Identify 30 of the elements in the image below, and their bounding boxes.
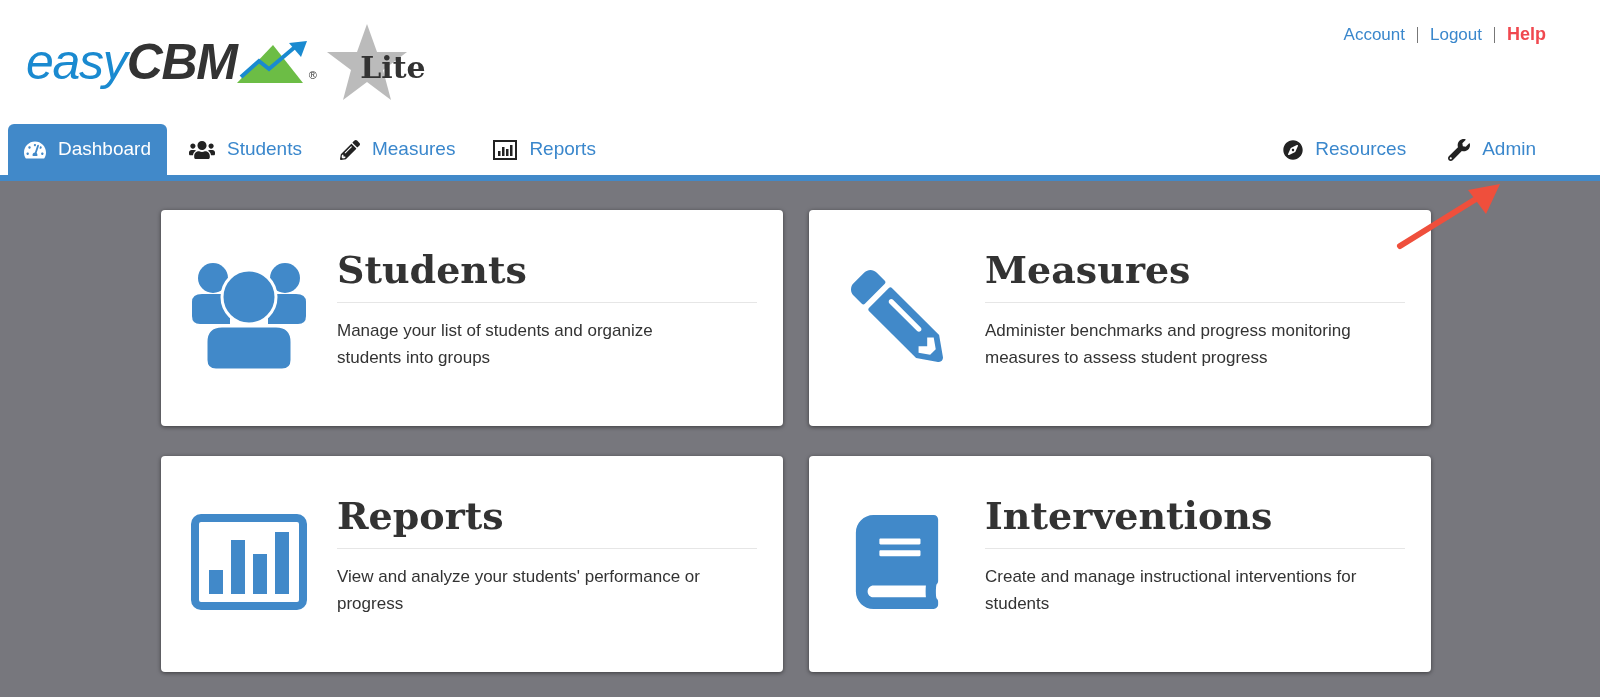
nav-tab[interactable]: Resources (1267, 124, 1423, 175)
pencil-icon (339, 139, 360, 160)
card-description: Administer benchmarks and progress monitoring measures to assess student progress (985, 319, 1352, 369)
compass-icon (1283, 139, 1304, 160)
header-link[interactable]: Logout (1430, 21, 1482, 48)
nav-tab[interactable]: Measures (323, 124, 472, 175)
wrench-icon (1448, 138, 1471, 161)
card-title: Measures (985, 246, 1405, 303)
dashboard-card[interactable]: Interventions Create and manage instructional interventions for students (809, 456, 1431, 672)
nav-tab[interactable]: Reports (477, 124, 612, 175)
dashboard-card[interactable]: Reports View and analyze your students' performance or progress (161, 456, 783, 672)
dashboard-card[interactable]: Measures Administer benchmarks and progress monitoring measures to assess student progress (809, 210, 1431, 426)
users-icon (190, 262, 308, 370)
help-link[interactable]: Help (1507, 21, 1546, 48)
pencil-icon (851, 270, 943, 362)
card-title: Reports (337, 492, 757, 549)
dashboard-card[interactable]: Students Manage your list of students and organize students into groups (161, 210, 783, 426)
card-title: Students (337, 246, 757, 303)
bar-chart-icon (493, 139, 518, 160)
card-description: View and analyze your students' performance or progress (337, 565, 701, 615)
edition-label: Lite (360, 48, 426, 87)
nav-tab[interactable]: Admin (1432, 124, 1552, 175)
header-link[interactable]: Account (1343, 21, 1405, 48)
card-description: Create and manage instructional interventions for students (985, 565, 1358, 615)
nav-tab[interactable]: Dashboard (8, 124, 167, 175)
registered-mark: ® (308, 67, 317, 83)
nav-tab[interactable]: Students (172, 124, 318, 175)
card-title: Interventions (985, 492, 1405, 549)
bar-chart-icon (191, 514, 307, 610)
card-description: Manage your list of students and organize students into groups (337, 319, 654, 369)
